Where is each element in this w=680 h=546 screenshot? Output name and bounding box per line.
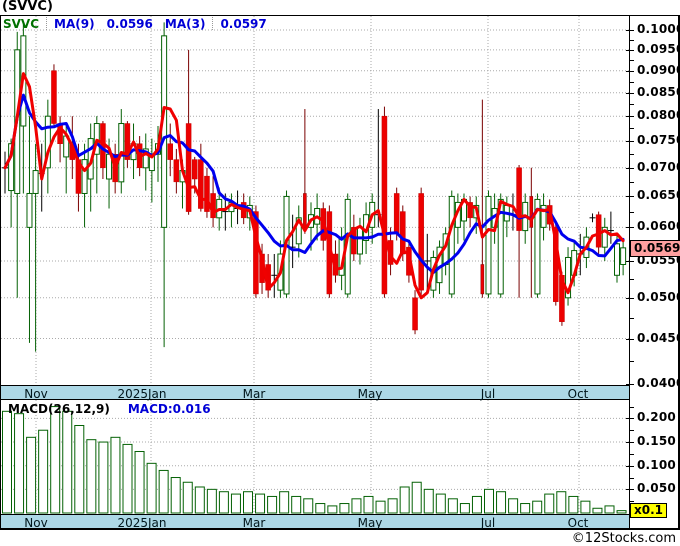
legend-symbol: SVVC bbox=[3, 16, 40, 31]
axis-label: 0.050 bbox=[637, 481, 676, 495]
axis-label: 0.100 bbox=[637, 458, 676, 472]
tick bbox=[629, 501, 634, 502]
tick bbox=[629, 318, 634, 319]
macd-legend: MACD(26,12,9) MACD:0.016 bbox=[8, 402, 211, 416]
month-label: May bbox=[357, 516, 383, 530]
tick bbox=[626, 489, 634, 490]
tick bbox=[626, 466, 634, 467]
date-axis-lower: Nov 2025Jan Mar May Jul Oct bbox=[1, 514, 629, 530]
tick bbox=[626, 418, 634, 419]
macd-scale-tag: x0.1 bbox=[630, 503, 667, 518]
month-label: Oct bbox=[567, 516, 589, 530]
tick bbox=[626, 227, 634, 228]
tick bbox=[629, 154, 634, 155]
tick bbox=[626, 116, 634, 117]
month-label: Oct bbox=[567, 387, 589, 401]
tick bbox=[629, 430, 634, 431]
tick bbox=[626, 339, 634, 340]
legend-ma9-label: MA(9) bbox=[54, 16, 95, 31]
axis-label: 0.0500 bbox=[637, 290, 680, 304]
month-label: Nov bbox=[24, 387, 48, 401]
stock-chart-page: { "window": { "title": "(SVVC)", "footer… bbox=[0, 0, 680, 546]
macd-histogram-plot bbox=[1, 400, 629, 514]
axis-label: 0.0950 bbox=[637, 42, 680, 56]
legend-ma3-value: 0.0597 bbox=[220, 16, 267, 31]
legend-ma3-label: MA(3) bbox=[164, 16, 206, 31]
legend-ma9-value: 0.0596 bbox=[106, 16, 153, 31]
tick bbox=[626, 261, 634, 262]
month-label: 2025Jan bbox=[117, 516, 167, 530]
axis-label: 0.0600 bbox=[637, 219, 680, 233]
tick bbox=[629, 361, 634, 362]
legend-separator bbox=[212, 17, 214, 30]
axis-label: 0.150 bbox=[637, 434, 676, 448]
tick bbox=[626, 30, 634, 31]
axis-label: 0.0800 bbox=[637, 108, 680, 122]
macd-value-label: MACD:0.016 bbox=[127, 402, 211, 416]
axis-label: 0.0400 bbox=[637, 376, 680, 390]
axis-label: 0.0750 bbox=[637, 133, 680, 147]
month-label: Mar bbox=[242, 387, 266, 401]
tick bbox=[629, 82, 634, 83]
legend-separator bbox=[46, 17, 48, 30]
tick bbox=[629, 454, 634, 455]
tick bbox=[626, 141, 634, 142]
macd-params-label: MACD(26,12,9) bbox=[8, 402, 110, 416]
ticker-title: (SVVC) bbox=[2, 0, 53, 14]
month-label: Jul bbox=[480, 516, 496, 530]
tick bbox=[626, 168, 634, 169]
axis-label: 0.0900 bbox=[637, 63, 680, 77]
price-legend: SVVC MA(9) 0.0596 MA(3) 0.0597 bbox=[3, 16, 267, 31]
tick bbox=[626, 196, 634, 197]
axis-label: 0.0700 bbox=[637, 160, 680, 174]
tick bbox=[629, 212, 634, 213]
tick bbox=[629, 182, 634, 183]
tick bbox=[629, 104, 634, 105]
axis-label: 0.0850 bbox=[637, 85, 680, 99]
last-price-tag: 0.0569 bbox=[630, 240, 680, 257]
month-label: 2025Jan bbox=[117, 387, 167, 401]
tick bbox=[626, 93, 634, 94]
axis-label: 0.1000 bbox=[637, 22, 680, 36]
price-candlestick-plot bbox=[1, 16, 629, 385]
month-label: Mar bbox=[242, 516, 266, 530]
tick bbox=[626, 442, 634, 443]
tick bbox=[629, 407, 634, 408]
date-axis-upper: Nov 2025Jan Mar May Jul Oct bbox=[1, 385, 629, 401]
tick bbox=[626, 50, 634, 51]
tick bbox=[626, 298, 634, 299]
footer-credit[interactable]: ©12Stocks.com bbox=[0, 531, 676, 546]
axis-label: 0.0450 bbox=[637, 331, 680, 345]
month-label: May bbox=[357, 387, 383, 401]
axis-label: 0.0650 bbox=[637, 188, 680, 202]
tick bbox=[629, 279, 634, 280]
tick bbox=[629, 478, 634, 479]
tick bbox=[629, 128, 634, 129]
axis-label: 0.200 bbox=[637, 410, 676, 424]
tick bbox=[629, 40, 634, 41]
month-label: Jul bbox=[480, 387, 496, 401]
month-label: Nov bbox=[24, 516, 48, 530]
tick bbox=[626, 71, 634, 72]
tick bbox=[629, 60, 634, 61]
